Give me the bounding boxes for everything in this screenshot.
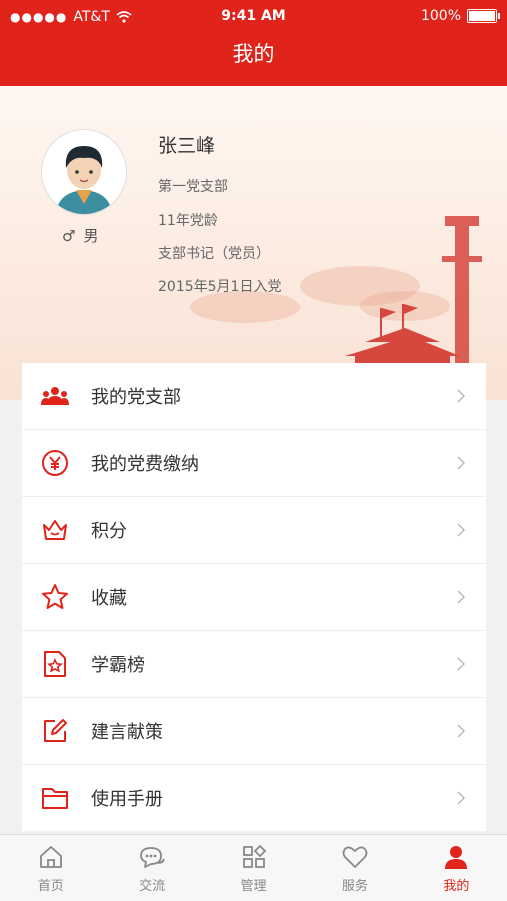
avatar[interactable] <box>41 129 127 215</box>
menu-label: 建言献策 <box>91 722 163 743</box>
party-branch: 第一党支部 <box>158 179 228 195</box>
menu-label: 学霸榜 <box>91 655 145 676</box>
party-branch-icon <box>40 381 70 411</box>
menu-label: 收藏 <box>91 588 127 609</box>
party-age: 11年党龄 <box>158 213 218 229</box>
tab-label: 服务 <box>341 878 368 894</box>
tab-label: 交流 <box>139 878 166 894</box>
star-icon <box>40 582 70 612</box>
page-title: 我的 <box>232 42 275 66</box>
menu-item-suggestions[interactable]: 建言献策 <box>22 698 486 765</box>
menu-label: 使用手册 <box>91 789 163 810</box>
menu-label: 我的党费缴纳 <box>91 454 199 475</box>
profile-header: ♂ 男 张三峰 第一党支部 11年党龄 支部书记（党员） 2015年5月1日入党 <box>0 86 507 400</box>
chevron-right-icon <box>457 456 466 470</box>
menu-item-party-fee[interactable]: 我的党费缴纳 <box>22 430 486 497</box>
nav-bar: 我的 <box>0 34 507 86</box>
party-role: 支部书记（党员） <box>158 246 270 262</box>
grid-icon <box>242 844 266 868</box>
chevron-right-icon <box>457 389 466 403</box>
ranking-icon <box>40 649 70 679</box>
menu-item-manual[interactable]: 使用手册 <box>22 765 486 831</box>
user-icon <box>445 845 468 869</box>
battery-percent: 100% <box>420 8 461 24</box>
tab-label: 我的 <box>443 878 470 894</box>
tab-home[interactable]: 首页 <box>0 835 101 901</box>
edit-icon <box>40 716 70 746</box>
avatar-image <box>42 130 126 214</box>
tab-service[interactable]: 服务 <box>304 835 405 901</box>
tab-label: 首页 <box>37 878 64 894</box>
yuan-icon <box>40 448 70 478</box>
chevron-right-icon <box>457 590 466 604</box>
menu-label: 积分 <box>91 521 127 542</box>
tab-bar: 首页 交流 管理 服务 我的 <box>0 834 507 901</box>
male-icon: ♂ <box>62 226 76 245</box>
menu-list: 我的党支部 我的党费缴纳 积分 收藏 学霸榜 建言献策 使用手册 <box>22 363 486 831</box>
menu-item-favorites[interactable]: 收藏 <box>22 564 486 631</box>
status-bar: ●●●●● AT&T 9:41 AM 100% <box>0 0 507 34</box>
gender-row: ♂ 男 <box>62 225 98 246</box>
battery-icon <box>467 9 500 23</box>
folder-icon <box>40 783 70 813</box>
crown-points-icon <box>40 515 70 545</box>
menu-item-party-branch[interactable]: 我的党支部 <box>22 363 486 430</box>
home-icon <box>39 845 62 868</box>
tab-chat[interactable]: 交流 <box>101 835 202 901</box>
gender-label: 男 <box>83 227 99 245</box>
menu-item-points[interactable]: 积分 <box>22 497 486 564</box>
join-date: 2015年5月1日入党 <box>158 279 282 295</box>
user-name: 张三峰 <box>158 135 216 157</box>
heart-icon <box>342 846 368 868</box>
menu-item-ranking[interactable]: 学霸榜 <box>22 631 486 698</box>
menu-label: 我的党支部 <box>91 387 181 408</box>
status-right: 100% <box>420 8 500 24</box>
chevron-right-icon <box>457 657 466 671</box>
chevron-right-icon <box>457 791 466 805</box>
chevron-right-icon <box>457 523 466 537</box>
tab-label: 管理 <box>240 878 267 894</box>
tab-manage[interactable]: 管理 <box>203 835 304 901</box>
tab-mine[interactable]: 我的 <box>406 835 507 901</box>
chevron-right-icon <box>457 724 466 738</box>
chat-icon <box>140 846 165 868</box>
